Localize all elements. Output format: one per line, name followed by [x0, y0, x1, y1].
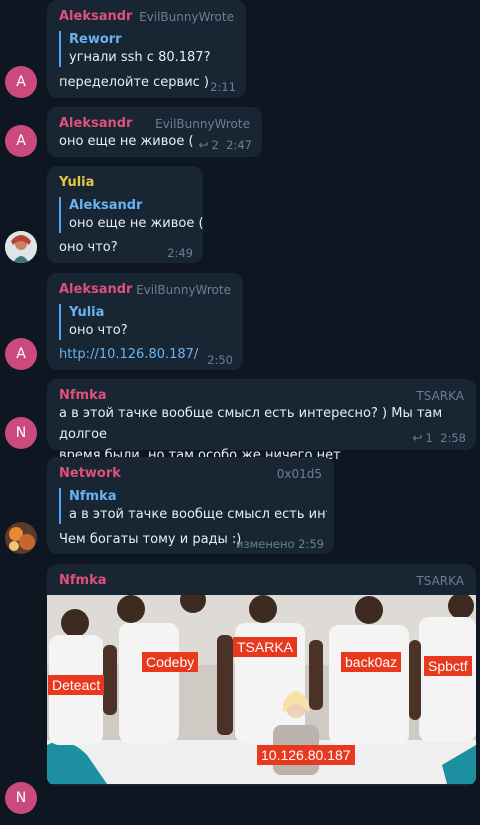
message-meta: ↩ 2 2:47: [198, 138, 252, 152]
message-author[interactable]: Network: [59, 466, 121, 481]
quote-text: оно еще не живое (: [69, 216, 204, 231]
author-tag: TSARKA: [416, 389, 464, 403]
message-bubble[interactable]: Yulia Aleksandr оно еще не живое ( оно ч…: [47, 166, 204, 263]
message-bubble[interactable]: Network 0x01d5 Nfmka а в этой тачке вооб…: [47, 457, 334, 554]
author-tag: EvilBunnyWrote: [139, 10, 234, 24]
avatar[interactable]: A: [5, 338, 37, 370]
message-author[interactable]: Yulia: [59, 175, 94, 190]
quote-text: а в этой тачке вообще смысл есть инте...: [69, 507, 327, 522]
avatar[interactable]: N: [5, 417, 37, 449]
reply-quote[interactable]: Aleksandr оно еще не живое (: [59, 197, 204, 233]
message-author[interactable]: Aleksandr: [59, 116, 132, 131]
photo-label: Deteact: [48, 675, 105, 695]
photo-label: TSARKA: [233, 637, 298, 657]
message-time: 2:11: [210, 80, 236, 94]
message-time: 2:58: [440, 431, 466, 445]
message-time: 2:49: [167, 246, 193, 260]
author-tag: 0x01d5: [276, 467, 322, 481]
avatar[interactable]: N: [5, 782, 37, 814]
message-photo[interactable]: Deteact Codeby TSARKA back0az Spbctf 10.…: [47, 595, 476, 784]
message-author[interactable]: Nfmka: [59, 388, 107, 403]
quote-author: Reworr: [69, 32, 122, 47]
quote-text: оно что?: [69, 323, 128, 338]
reply-icon[interactable]: ↩: [412, 431, 422, 445]
photo-label: Codeby: [142, 652, 199, 672]
quote-author: Aleksandr: [69, 198, 143, 213]
message-link-wrap: http://10.126.80.187/: [59, 344, 198, 365]
author-tag: EvilBunnyWrote: [155, 117, 250, 131]
network-avatar-icon[interactable]: [5, 522, 37, 554]
reply-quote[interactable]: Yulia оно что?: [59, 304, 128, 340]
message-text: оно еще не живое (: [59, 134, 194, 149]
message-author[interactable]: Nfmka: [59, 573, 107, 588]
message-bubble[interactable]: Aleksandr EvilBunnyWrote Reworr угнали s…: [47, 0, 246, 98]
message-author[interactable]: Aleksandr: [59, 282, 132, 297]
message-text: переделойте сервис ): [59, 75, 210, 90]
message-bubble[interactable]: Aleksandr EvilBunnyWrote Yulia оно что? …: [47, 273, 243, 370]
quote-text: угнали ssh с 80.187?: [69, 50, 211, 65]
reply-count[interactable]: 1: [426, 431, 433, 445]
message-time: 2:47: [226, 138, 252, 152]
message-bubble[interactable]: Nfmka TSARKA Deteact Codeby TSARKA back0…: [47, 564, 476, 786]
photo-label: back0az: [341, 652, 402, 672]
message-text: Чем богаты тому и рады :): [59, 532, 242, 547]
message-bubble[interactable]: Nfmka TSARKA а в этой тачке вообще смысл…: [47, 379, 476, 463]
reply-icon[interactable]: ↩: [198, 138, 208, 152]
reply-quote[interactable]: Nfmka а в этой тачке вообще смысл есть и…: [59, 488, 327, 524]
message-time: 2:50: [207, 353, 233, 367]
message-text: оно что?: [59, 240, 118, 255]
author-tag: EvilBunnyWrote: [136, 283, 231, 297]
photo-label: Spbctf: [424, 656, 472, 676]
reply-quote[interactable]: Reworr угнали ssh с 80.187?: [59, 31, 210, 67]
yulia-avatar-icon[interactable]: [5, 231, 37, 263]
avatar[interactable]: A: [5, 125, 37, 157]
message-link[interactable]: http://10.126.80.187/: [59, 347, 198, 362]
reply-count[interactable]: 2: [212, 138, 219, 152]
message-bubble[interactable]: Aleksandr EvilBunnyWrote оно еще не живо…: [47, 107, 262, 157]
quote-author: Nfmka: [69, 489, 117, 504]
author-tag: TSARKA: [416, 574, 464, 588]
message-time: изменено 2:59: [236, 537, 324, 551]
message-author[interactable]: Aleksandr: [59, 9, 132, 24]
photo-label: 10.126.80.187: [257, 745, 355, 765]
quote-author: Yulia: [69, 305, 105, 320]
message-meta: ↩ 1 2:58: [412, 431, 466, 445]
avatar[interactable]: A: [5, 66, 37, 98]
